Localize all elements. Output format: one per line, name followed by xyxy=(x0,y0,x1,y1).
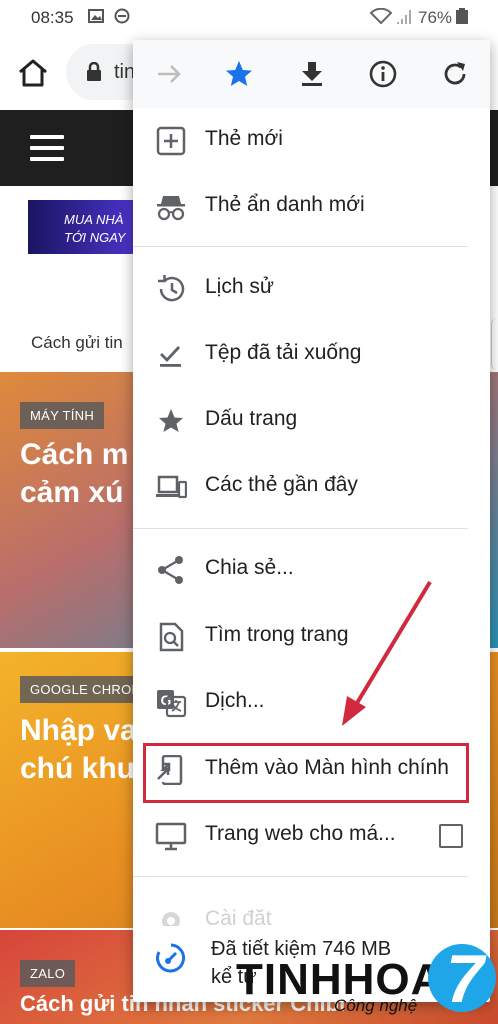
article-title-line: chú khu xyxy=(20,752,136,785)
menu-item-label: Thẻ mới xyxy=(205,127,283,150)
menu-item-label: Các thẻ gần đây xyxy=(205,473,358,496)
find-in-page-icon xyxy=(159,622,184,652)
history-icon xyxy=(158,275,185,302)
article-title-line: Cách m xyxy=(20,438,129,471)
menu-item-bookmarks[interactable]: Dấu trang xyxy=(133,388,490,454)
menu-item-desktop-site[interactable]: Trang web cho má... xyxy=(133,803,490,869)
settings-icon xyxy=(162,912,180,926)
menu-item-settings[interactable]: Cài đặt xyxy=(133,888,490,926)
home-icon[interactable] xyxy=(16,56,50,90)
breadcrumb[interactable]: Cách gửi tin xyxy=(31,333,123,353)
star-icon[interactable] xyxy=(223,58,255,90)
menu-item-label: Thẻ ẩn danh mới xyxy=(205,193,365,216)
watermark-logo: TINHHOA Công nghệ 7 xyxy=(236,940,498,1024)
category-tag[interactable]: ZALO xyxy=(20,960,76,987)
forward-icon[interactable] xyxy=(153,58,185,90)
menu-item-label: Lịch sử xyxy=(205,275,274,298)
share-icon xyxy=(158,556,183,584)
article-title-line: cảm xú xyxy=(20,476,124,509)
menu-item-label: Chia sẻ... xyxy=(205,556,294,579)
battery-icon xyxy=(456,8,468,24)
signal-icon xyxy=(397,10,411,24)
banner-line-1: MUA NHÀ xyxy=(64,212,124,227)
new-tab-icon xyxy=(156,126,186,156)
menu-divider xyxy=(133,876,468,877)
desktop-icon xyxy=(155,822,187,851)
dnd-icon xyxy=(114,8,130,24)
desktop-site-checkbox[interactable] xyxy=(439,824,463,848)
chrome-overflow-menu: Thẻ mới Thẻ ẩn danh mới Lịch sử Tệp đã t… xyxy=(133,40,490,1002)
menu-item-label: Tìm trong trang xyxy=(205,623,349,646)
menu-item-label: Dịch... xyxy=(205,689,265,712)
refresh-icon[interactable] xyxy=(439,58,471,90)
side-tab-handle[interactable] xyxy=(491,318,498,370)
bookmark-star-icon xyxy=(159,409,183,432)
status-time: 08:35 xyxy=(31,8,74,27)
menu-divider xyxy=(133,528,468,529)
ad-banner[interactable]: MUA NHÀ TỚI NGAY xyxy=(28,200,148,254)
status-bar: 08:35 76% xyxy=(0,0,498,34)
article-title-line: Nhập va xyxy=(20,714,137,747)
battery-percent: 76% xyxy=(418,8,453,27)
image-notification-icon xyxy=(88,9,104,23)
translate-icon: G xyxy=(157,690,187,718)
article-title[interactable]: Nhập va chú khu xyxy=(20,712,137,788)
menu-item-new-tab[interactable]: Thẻ mới xyxy=(133,108,490,174)
article-title[interactable]: Cách m cảm xú xyxy=(20,436,128,512)
menu-item-recent-tabs[interactable]: Các thẻ gần đây xyxy=(133,454,490,520)
recent-tabs-icon xyxy=(156,475,187,499)
wifi-icon xyxy=(370,8,392,24)
menu-item-downloads[interactable]: Tệp đã tải xuống xyxy=(133,322,490,388)
highlight-box xyxy=(143,743,469,803)
menu-item-label: Cài đặt xyxy=(205,907,272,926)
menu-item-new-incognito-tab[interactable]: Thẻ ẩn danh mới xyxy=(133,174,490,240)
red-arrow-annotation xyxy=(342,580,432,726)
logo-tagline: Công nghệ xyxy=(334,996,418,1015)
menu-divider xyxy=(133,246,468,247)
download-icon[interactable] xyxy=(296,58,328,90)
downloads-icon xyxy=(160,346,181,367)
data-saver-icon xyxy=(156,943,186,973)
banner-line-2: TỚI NGAY xyxy=(64,230,126,245)
menu-item-label: Dấu trang xyxy=(205,407,298,430)
menu-item-history[interactable]: Lịch sử xyxy=(133,256,490,322)
hamburger-menu-icon[interactable] xyxy=(30,135,64,161)
menu-icon-row xyxy=(133,40,490,108)
lock-icon xyxy=(87,62,101,81)
incognito-icon xyxy=(157,196,185,221)
menu-item-label: Trang web cho má... xyxy=(205,822,396,845)
menu-item-label: Tệp đã tải xuống xyxy=(205,341,362,364)
info-icon[interactable] xyxy=(367,58,399,90)
category-tag[interactable]: MÁY TÍNH xyxy=(20,402,105,429)
url-text: tin xyxy=(114,61,136,83)
logo-badge-number: 7 xyxy=(446,941,484,1017)
